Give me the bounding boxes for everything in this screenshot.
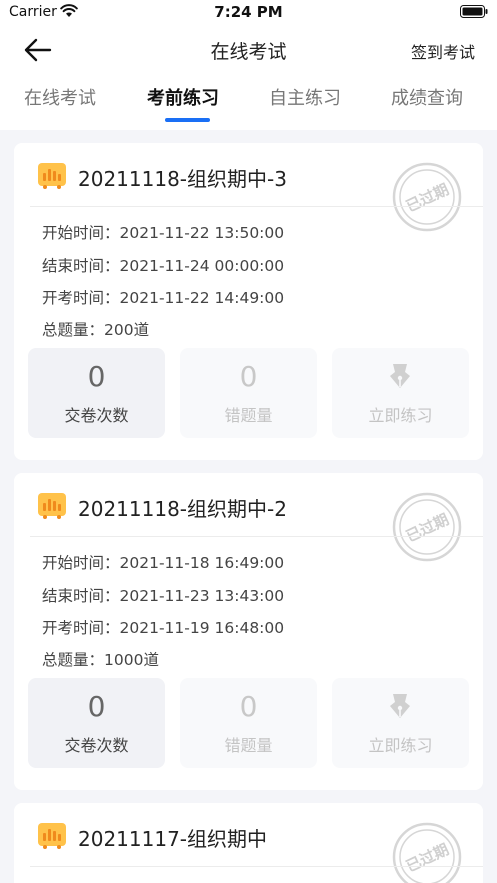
wrong-count-box[interactable]: 0 错题量 xyxy=(180,348,317,438)
battery-icon xyxy=(460,5,488,18)
end-time: 结束时间：2021-11-24 00:00:00 xyxy=(42,257,285,275)
expired-stamp: 已过期 xyxy=(392,822,462,883)
divider xyxy=(30,866,483,867)
tab-online-exam[interactable]: 在线考试 xyxy=(24,84,96,110)
practice-now-button[interactable]: 立即练习 xyxy=(332,678,469,768)
submit-count-label: 交卷次数 xyxy=(64,736,129,755)
expired-stamp: 已过期 xyxy=(392,492,462,562)
status-bar: Carrier 7:24 PM xyxy=(0,0,497,26)
tab-bar: 在线考试 考前练习 自主练习 成绩查询 xyxy=(0,78,497,126)
submit-count-box[interactable]: 0 交卷次数 xyxy=(28,678,165,768)
checkin-exam-button[interactable]: 签到考试 xyxy=(411,39,475,63)
submit-count-box[interactable]: 0 交卷次数 xyxy=(28,348,165,438)
practice-now-label: 立即练习 xyxy=(368,406,433,425)
status-time: 7:24 PM xyxy=(214,3,283,21)
nav-bar: 在线考试 签到考试 xyxy=(0,26,497,74)
expired-stamp-label: 已过期 xyxy=(403,510,451,545)
open-time: 开考时间：2021-11-19 16:48:00 xyxy=(42,619,285,637)
wrong-count-label: 错题量 xyxy=(224,736,273,755)
exam-chart-icon xyxy=(38,493,66,519)
active-tab-indicator xyxy=(165,118,210,122)
tab-self-practice[interactable]: 自主练习 xyxy=(269,84,341,110)
start-time: 开始时间：2021-11-22 13:50:00 xyxy=(42,224,285,242)
tab-score-query[interactable]: 成绩查询 xyxy=(391,84,463,110)
divider xyxy=(30,536,483,537)
total-questions: 总题量：200道 xyxy=(42,321,150,339)
pen-icon xyxy=(390,694,410,718)
total-questions: 总题量：1000道 xyxy=(42,651,159,669)
end-time: 结束时间：2021-11-23 13:43:00 xyxy=(42,587,285,605)
exam-title: 20211118-组织期中-3 xyxy=(78,167,287,191)
submit-count-value: 0 xyxy=(87,360,106,393)
header-area: Carrier 7:24 PM 在线考试 签到考试 在线考试 考前练习 自主练习… xyxy=(0,0,497,130)
exam-card[interactable]: 20211118-组织期中-2 已过期 开始时间：2021-11-18 16:4… xyxy=(14,473,483,790)
open-time: 开考时间：2021-11-22 14:49:00 xyxy=(42,289,285,307)
submit-count-value: 0 xyxy=(87,690,106,723)
exam-chart-icon xyxy=(38,163,66,189)
practice-now-label: 立即练习 xyxy=(368,736,433,755)
expired-stamp: 已过期 xyxy=(392,162,462,232)
exam-title: 20211118-组织期中-2 xyxy=(78,497,287,521)
expired-stamp-label: 已过期 xyxy=(403,840,451,875)
tab-pre-exam-practice[interactable]: 考前练习 xyxy=(147,84,219,110)
expired-stamp-label: 已过期 xyxy=(403,180,451,215)
exam-card[interactable]: 20211118-组织期中-3 已过期 开始时间：2021-11-22 13:5… xyxy=(14,143,483,460)
practice-now-button[interactable]: 立即练习 xyxy=(332,348,469,438)
exam-card[interactable]: 20211117-组织期中 已过期 xyxy=(14,803,483,883)
wrong-count-value: 0 xyxy=(239,690,258,723)
exam-title: 20211117-组织期中 xyxy=(78,827,268,851)
wrong-count-box[interactable]: 0 错题量 xyxy=(180,678,317,768)
wrong-count-value: 0 xyxy=(239,360,258,393)
start-time: 开始时间：2021-11-18 16:49:00 xyxy=(42,554,285,572)
wrong-count-label: 错题量 xyxy=(224,406,273,425)
submit-count-label: 交卷次数 xyxy=(64,406,129,425)
exam-chart-icon xyxy=(38,823,66,849)
pen-icon xyxy=(390,364,410,388)
back-arrow-icon[interactable] xyxy=(18,36,58,64)
divider xyxy=(30,206,483,207)
